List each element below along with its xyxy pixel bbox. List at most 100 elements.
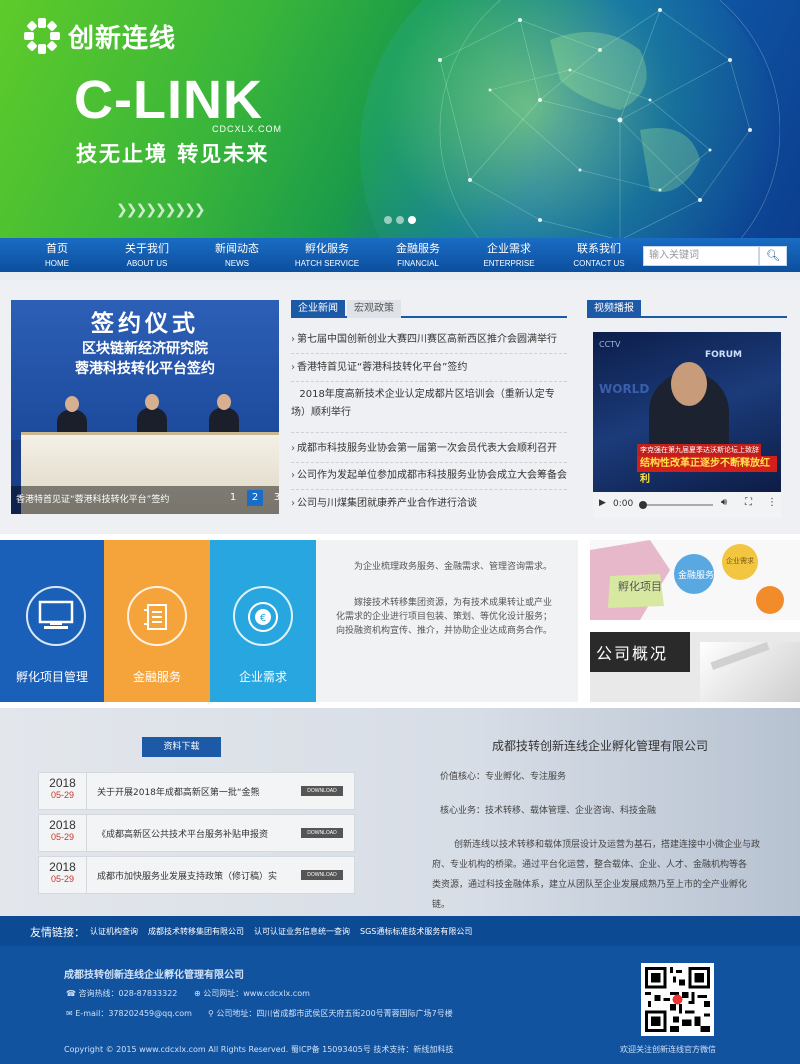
nav-item-enterprise[interactable]: 企业需求 ENTERPRISE	[464, 238, 554, 272]
qr-code-icon	[645, 967, 710, 1032]
company-name-heading: 成都技转创新连线企业孵化管理有限公司	[491, 739, 708, 753]
footer-address: ⚲ 公司地址：四川省成都市武侯区天府五街200号菁蓉国际广场7号楼	[208, 1009, 453, 1018]
tab-macro-policy[interactable]: 宏观政策	[347, 300, 401, 318]
slideshow-caption[interactable]: 香港特首见证“蓉港科技转化平台”签约	[16, 492, 169, 505]
video-scrubber[interactable]	[639, 501, 647, 509]
friend-links-heading: 友情链接：	[30, 926, 85, 939]
chevrons-decoration-icon: ❯❯❯❯❯❯❯❯❯	[116, 202, 206, 218]
nav-item-contact[interactable]: 联系我们 CONTACT US	[554, 238, 644, 272]
video-news-headline: 结构性改革正逐步不断释放红利	[637, 456, 777, 485]
footer-website[interactable]: ⊕ 公司网址：www.cdcxlx.com	[194, 988, 310, 999]
service-tile-enterprise[interactable]: € 企业需求	[210, 540, 316, 702]
friend-link[interactable]: SGS通标标准技术服务有限公司	[360, 926, 472, 937]
slide-dot[interactable]	[396, 216, 404, 224]
svg-text:€: €	[260, 613, 266, 624]
nav-item-news[interactable]: 新闻动态 NEWS	[192, 238, 282, 272]
globe-network-graphic	[438, 0, 780, 238]
download-row[interactable]: 2018 05-29 《成都高新区公共技术平台服务补贴申报资 DOWNLOAD	[38, 814, 355, 852]
slide-page-2[interactable]: 2	[247, 490, 263, 506]
puzzle-promo-image[interactable]: 孵化项目 金融服务 企业需求	[590, 540, 800, 620]
slide-page-1[interactable]: 1	[225, 490, 241, 506]
more-icon[interactable]: ⋮	[767, 497, 777, 508]
fullscreen-icon[interactable]: ⛶	[745, 497, 752, 508]
photo-headline: 签约仪式	[91, 311, 199, 337]
nav-item-home[interactable]: 首页 HOME	[12, 238, 102, 272]
globe-icon: ⊕	[194, 989, 204, 998]
brand-name-en: C-LINK	[74, 70, 263, 130]
video-progress[interactable]	[643, 504, 713, 506]
tab-video[interactable]: 视频播报	[587, 300, 641, 318]
downloads-heading: 资料下载	[142, 737, 221, 757]
photo-subline-1: 区块链新经济研究院	[82, 341, 208, 357]
footer-email[interactable]: ✉ E-mail：378202459@qq.com	[66, 1008, 192, 1019]
news-item[interactable]: › 公司与川煤集团就康养产业合作进行洽谈	[291, 495, 567, 513]
ledger-icon	[144, 604, 167, 630]
brand-name-cn: 创新连线	[68, 24, 177, 54]
play-icon[interactable]: ▶	[599, 498, 606, 508]
friend-link[interactable]: 认证机构查询	[90, 926, 138, 937]
download-row[interactable]: 2018 05-29 关于开展2018年成都高新区第一批“金熊 DOWNLOAD	[38, 772, 355, 810]
service-label: 企业需求	[238, 670, 287, 684]
company-overview-image[interactable]: 公司概况	[590, 632, 800, 702]
download-button[interactable]: DOWNLOAD	[301, 786, 343, 796]
service-label: 孵化项目管理	[15, 670, 88, 684]
footer-company-name: 成都技转创新连线企业孵化管理有限公司	[64, 970, 244, 981]
company-business: 核心业务：技术转移、载体管理、企业咨询、科技金融	[440, 806, 657, 816]
news-item[interactable]: › 香港特首见证“蓉港科技转化平台”签约	[291, 359, 567, 377]
clink-logo-icon	[24, 18, 60, 54]
search-button[interactable]: 🔍︎	[759, 246, 787, 266]
download-button[interactable]: DOWNLOAD	[301, 828, 343, 838]
service-tile-finance[interactable]: 金融服务	[104, 540, 210, 702]
friend-link[interactable]: 成都技术转移集团有限公司	[148, 926, 244, 937]
video-player[interactable]: CCTV FORUM WORLD 李克强在第九届夏季达沃斯论坛上致辞 结构性改革…	[593, 332, 781, 518]
download-title[interactable]: 关于开展2018年成都高新区第一批“金熊	[97, 785, 277, 798]
qr-caption: 欢迎关注创新连线官方微信	[620, 1045, 716, 1054]
slide-indicators	[384, 216, 416, 224]
overview-title: 公司概况	[596, 644, 669, 663]
tab-company-news[interactable]: 企业新闻	[291, 300, 345, 318]
news-item[interactable]: › 第七届中国创新创业大赛四川赛区高新西区推介会圆满举行	[291, 331, 567, 349]
video-channel-logo: CCTV	[599, 340, 621, 349]
download-button[interactable]: DOWNLOAD	[301, 870, 343, 880]
service-desc-paragraph: 嫁接技术转移集团资源，为有技术成果转让或产业化需求的企业进行项目包装、策划、等优…	[336, 598, 553, 636]
service-description: 为企业梳理政务服务、金融需求、管理咨询需求。 嫁接技术转移集团资源，为有技术成果…	[316, 540, 578, 702]
slide-page-3[interactable]: 3	[269, 490, 279, 506]
puzzle-label: 孵化项目	[618, 580, 662, 593]
search-input[interactable]: 输入关键词	[643, 246, 759, 266]
photo-subline-2: 蓉港科技转化平台签约	[75, 361, 215, 377]
volume-icon[interactable]: 🔊︎	[721, 497, 727, 508]
service-tile-incubation[interactable]: 孵化项目管理	[0, 540, 104, 702]
company-intro: 链。	[432, 900, 451, 910]
news-slideshow[interactable]: 签约仪式 区块链新经济研究院 蓉港科技转化平台签约 香港特首见证“蓉港科技转化平…	[11, 300, 279, 514]
nav-item-financial[interactable]: 金融服务 FINANCIAL	[373, 238, 463, 272]
search-icon: 🔍︎	[766, 249, 780, 262]
nav-item-hatch-service[interactable]: 孵化服务 HATCH SERVICE	[282, 238, 372, 272]
download-row[interactable]: 2018 05-29 成都市加快服务业发展支持政策（修订稿）实 DOWNLOAD	[38, 856, 355, 894]
banner-slogan: 技无止境 转见未来	[76, 142, 270, 166]
phone-icon: ☎	[66, 989, 79, 998]
download-title[interactable]: 成都市加快服务业发展支持政策（修订稿）实	[97, 869, 277, 882]
monitor-icon	[38, 600, 74, 629]
slide-dot-active[interactable]	[408, 216, 416, 224]
company-intro: 类资源，通过科技金融体系，建立从团队至企业发展成熟乃至上市的全产业孵化	[432, 880, 748, 890]
video-time: 0:00	[613, 499, 634, 509]
download-title[interactable]: 《成都高新区公共技术平台服务补贴申报资	[97, 827, 277, 840]
company-values: 价值核心：专业孵化、专注服务	[440, 772, 567, 782]
hero-banner: 创新连线 C-LINK CDCXLX.COM 技无止境 转见未来 ❯❯❯❯❯❯❯…	[0, 0, 800, 238]
main-nav: 首页 HOME 关于我们 ABOUT US 新闻动态 NEWS 孵化服务 HATCH S…	[0, 238, 800, 272]
footer-copyright: Copyright © 2015 www.cdcxlx.com All Righ…	[64, 1045, 454, 1054]
news-item[interactable]: › 公司作为发起单位参加成都市科技服务业协会成立大会筹备会	[291, 467, 567, 485]
news-item[interactable]: › 成都市科技服务业协会第一届第一次会员代表大会顺利召开	[291, 440, 567, 458]
news-tabs: 企业新闻 宏观政策	[291, 300, 567, 318]
brand-domain: CDCXLX.COM	[212, 124, 283, 134]
service-desc-paragraph: 为企业梳理政务服务、金融需求、管理咨询需求。	[354, 562, 553, 572]
slide-dot[interactable]	[384, 216, 392, 224]
nav-item-about[interactable]: 关于我们 ABOUT US	[102, 238, 192, 272]
footer-hotline: ☎ 咨询热线：028-87833322	[66, 989, 178, 998]
friend-links-bar: 友情链接： 认证机构查询 成都技术转移集团有限公司 认可认证业务信息统一查询 S…	[0, 916, 800, 946]
puzzle-label: 企业需求	[726, 557, 754, 565]
globe-euro-icon: €	[248, 602, 278, 632]
news-item[interactable]: 2018年度高新技术企业认定成都片区培训会（重新认定专场）顺利举行	[291, 386, 567, 422]
friend-link[interactable]: 认可认证业务信息统一查询	[254, 926, 350, 937]
divider	[0, 272, 800, 280]
